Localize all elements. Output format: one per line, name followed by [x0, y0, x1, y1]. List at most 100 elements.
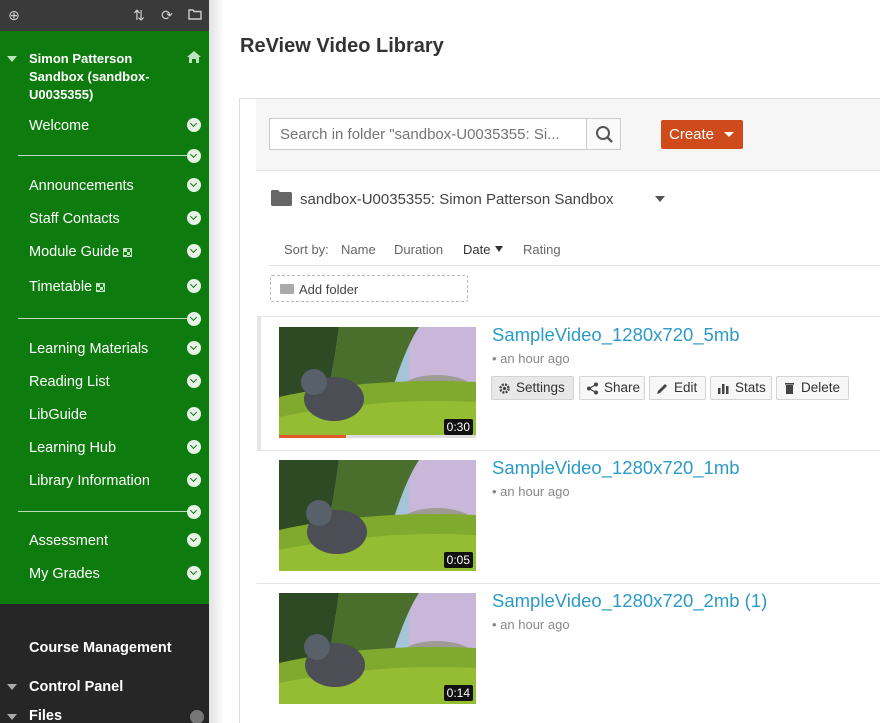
- video-timestamp: • an hour ago: [492, 351, 570, 366]
- video-duration: 0:30: [443, 419, 473, 435]
- content-grid-icon: [123, 247, 133, 257]
- video-duration: 0:14: [443, 685, 473, 701]
- search-button[interactable]: [586, 118, 621, 150]
- folder-dropdown-icon[interactable]: [655, 196, 665, 202]
- sidebar-item-assessment[interactable]: Assessment: [29, 532, 108, 550]
- sort-duration[interactable]: Duration: [394, 242, 443, 257]
- add-folder-label: Add folder: [299, 282, 359, 297]
- search-icon: [596, 126, 613, 143]
- share-label: Share: [604, 380, 641, 395]
- reorder-icon[interactable]: ⇅: [131, 7, 147, 23]
- video-timestamp: • an hour ago: [492, 617, 570, 632]
- stats-label: Stats: [735, 380, 766, 395]
- chevron-down-icon[interactable]: [187, 505, 201, 519]
- video-thumbnail[interactable]: 0:05: [279, 460, 476, 571]
- home-icon[interactable]: [186, 50, 202, 64]
- sort-rating[interactable]: Rating: [523, 242, 561, 257]
- sort-descending-icon[interactable]: [495, 246, 503, 252]
- sidebar-item-learning-materials[interactable]: Learning Materials: [29, 340, 148, 358]
- gear-icon: [499, 383, 510, 394]
- chevron-down-icon[interactable]: [187, 341, 201, 355]
- menu-divider: [18, 318, 187, 319]
- row-divider: [257, 450, 880, 451]
- sidebar-item-label: Module Guide: [29, 244, 120, 260]
- sidebar-item-library-information[interactable]: Library Information: [29, 472, 150, 490]
- settings-label: Settings: [516, 380, 565, 395]
- video-title[interactable]: SampleVideo_1280x720_2mb (1): [492, 590, 767, 612]
- create-button-label: Create: [669, 126, 715, 143]
- sidebar-item-reading-list[interactable]: Reading List: [29, 373, 110, 391]
- sidebar-item-learning-hub[interactable]: Learning Hub: [29, 439, 116, 457]
- video-thumbnail[interactable]: 0:14: [279, 593, 476, 704]
- chevron-down-icon[interactable]: [187, 473, 201, 487]
- folder-icon: [271, 190, 292, 206]
- refresh-icon[interactable]: ⟳: [159, 7, 175, 23]
- sidebar-item-module-guide[interactable]: Module Guide: [29, 243, 133, 261]
- sidebar-item-announcements[interactable]: Announcements: [29, 177, 134, 195]
- video-thumbnail[interactable]: 0:30: [279, 327, 476, 438]
- sidebar-toolbar: ⊕ ⇅ ⟳: [0, 0, 209, 31]
- share-icon: [587, 382, 598, 395]
- control-panel-heading[interactable]: Control Panel: [29, 679, 123, 695]
- chevron-down-icon[interactable]: [187, 533, 201, 547]
- sort-divider: [269, 265, 880, 266]
- create-button[interactable]: Create: [661, 120, 743, 149]
- row-divider: [257, 583, 880, 584]
- chevron-down-icon[interactable]: [187, 244, 201, 258]
- chevron-down-icon[interactable]: [187, 407, 201, 421]
- watch-progress-bar: [279, 435, 476, 438]
- sort-date[interactable]: Date: [463, 242, 490, 257]
- add-folder-icon: [280, 284, 294, 294]
- chevron-down-icon[interactable]: [187, 312, 201, 326]
- folder-name[interactable]: sandbox-U0035355: Simon Patterson Sandbo…: [300, 191, 614, 208]
- share-button[interactable]: Share: [579, 376, 645, 400]
- delete-label: Delete: [801, 380, 841, 395]
- settings-button[interactable]: Settings: [491, 376, 574, 400]
- folder-view-icon[interactable]: [187, 7, 203, 23]
- video-title[interactable]: SampleVideo_1280x720_5mb: [492, 324, 740, 346]
- page-title: ReView Video Library: [240, 35, 444, 57]
- sidebar-item-welcome[interactable]: Welcome: [29, 117, 89, 135]
- menu-divider: [18, 155, 187, 156]
- add-menu-icon[interactable]: ⊕: [6, 7, 22, 23]
- chevron-down-icon[interactable]: [187, 566, 201, 580]
- content-grid-icon: [96, 282, 106, 292]
- sort-by-label: Sort by:: [284, 242, 329, 257]
- files-heading[interactable]: Files: [29, 708, 62, 723]
- chevron-down-icon[interactable]: [187, 178, 201, 192]
- edit-label: Edit: [674, 380, 698, 395]
- video-title[interactable]: SampleVideo_1280x720_1mb: [492, 457, 740, 479]
- delete-button[interactable]: Delete: [776, 376, 849, 400]
- chevron-down-icon[interactable]: [187, 149, 201, 163]
- search-input[interactable]: [269, 118, 587, 150]
- collapse-triangle-icon[interactable]: [7, 56, 17, 62]
- stats-button[interactable]: Stats: [710, 376, 772, 400]
- chevron-down-icon[interactable]: [187, 374, 201, 388]
- edit-button[interactable]: Edit: [649, 376, 706, 400]
- video-time-text: an hour ago: [500, 351, 570, 366]
- menu-divider: [18, 511, 187, 512]
- sidebar-item-my-grades[interactable]: My Grades: [29, 565, 100, 583]
- chevron-down-icon[interactable]: [187, 118, 201, 132]
- sidebar-item-staff-contacts[interactable]: Staff Contacts: [29, 210, 120, 228]
- sidebar-item-label: Timetable: [29, 279, 93, 295]
- video-timestamp: • an hour ago: [492, 484, 570, 499]
- chevron-down-icon[interactable]: [187, 211, 201, 225]
- panel-shadow: [209, 0, 222, 723]
- chevron-down-icon[interactable]: [187, 440, 201, 454]
- add-folder-button[interactable]: Add folder: [270, 275, 468, 302]
- arrow-right-icon[interactable]: [190, 710, 204, 723]
- caret-down-icon: [724, 132, 734, 137]
- collapse-triangle-icon[interactable]: [7, 714, 17, 720]
- course-title[interactable]: Simon Patterson Sandbox (sandbox-U003535…: [29, 50, 179, 104]
- video-duration: 0:05: [443, 552, 473, 568]
- sort-name[interactable]: Name: [341, 242, 376, 257]
- collapse-triangle-icon[interactable]: [7, 684, 17, 690]
- sidebar-item-timetable[interactable]: Timetable: [29, 278, 106, 296]
- pencil-icon: [657, 384, 667, 394]
- chevron-down-icon[interactable]: [187, 279, 201, 293]
- sidebar-item-libguide[interactable]: LibGuide: [29, 406, 87, 424]
- video-time-text: an hour ago: [500, 484, 570, 499]
- trash-icon: [785, 383, 794, 394]
- video-time-text: an hour ago: [500, 617, 570, 632]
